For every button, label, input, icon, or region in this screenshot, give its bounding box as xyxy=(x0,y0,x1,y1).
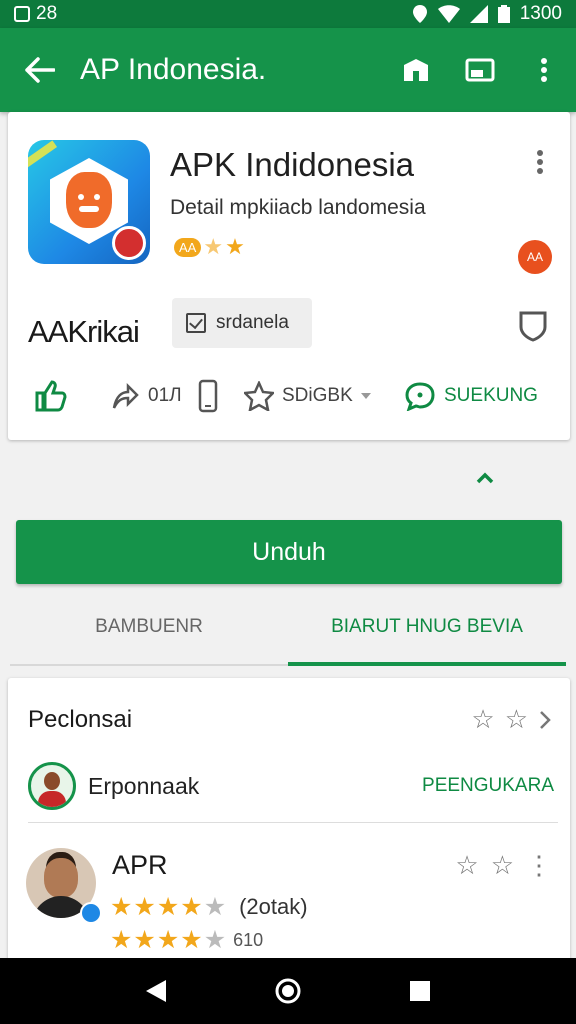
phone-icon xyxy=(198,379,218,413)
chat-icon xyxy=(405,382,435,411)
more-vert-icon xyxy=(537,150,543,174)
wishlist-label: SDiGBK xyxy=(282,385,353,406)
cast-icon xyxy=(465,58,495,82)
nav-recents-button[interactable] xyxy=(400,971,440,1011)
developer-name[interactable]: AAKrikai xyxy=(28,314,140,350)
more-vert-icon xyxy=(541,58,547,82)
review-count: (2otak) xyxy=(239,894,308,919)
device-button[interactable] xyxy=(198,379,218,413)
app-action-row: 01Л SDiGBK SUEKUNG xyxy=(8,368,570,424)
library-button[interactable] xyxy=(384,28,448,112)
category-chip-label: srdanela xyxy=(216,312,289,333)
tab-bambuenr[interactable]: BAMBUENR xyxy=(10,590,288,664)
star-icon: ★ xyxy=(156,926,180,954)
reviews-title: Peclonsai xyxy=(28,706,133,733)
star-outline-icon[interactable]: ☆ xyxy=(471,704,494,735)
review-rating: ★ ★ ★ ★ ★ (2otak) xyxy=(110,894,308,920)
star-outline-icon[interactable]: ☆ xyxy=(455,850,478,881)
star-icon: ★ xyxy=(156,892,180,921)
dropdown-icon xyxy=(360,393,371,399)
status-left: 28 xyxy=(14,3,57,25)
back-button[interactable] xyxy=(0,28,80,112)
nav-back-button[interactable] xyxy=(136,971,176,1011)
star-icon: ★ xyxy=(203,926,227,954)
divider xyxy=(28,822,558,823)
star-outline-icon[interactable]: ☆ xyxy=(491,850,514,881)
home-circle-icon xyxy=(275,978,301,1004)
wifi-icon xyxy=(437,5,460,23)
star-outline-icon xyxy=(244,381,274,411)
app-icon-mascot xyxy=(66,172,112,228)
location-icon xyxy=(412,5,427,23)
star-icon: ★ xyxy=(225,234,245,259)
reviews-card: Peclonsai ☆ ☆ Erponnaak PEENGUKARA APR ☆… xyxy=(8,678,570,968)
tab-bar: BAMBUENR BIARUT HNUG BEVIA xyxy=(10,590,566,666)
verified-badge-icon xyxy=(80,902,102,924)
developer-row-name: Erponnaak xyxy=(88,772,200,799)
app-icon xyxy=(28,140,150,264)
status-time: 1300 xyxy=(519,3,562,24)
review-rating-secondary: ★ ★ ★ ★ ★ 610 xyxy=(110,928,263,953)
reviews-header-icons: ☆ ☆ xyxy=(471,704,552,735)
app-icon-badge xyxy=(112,226,146,260)
star-icon: ★ xyxy=(180,892,203,921)
app-subtitle: Detail mpkiiacb landomesia xyxy=(170,196,426,219)
star-outline-icon[interactable]: ☆ xyxy=(505,704,528,735)
like-button[interactable] xyxy=(34,380,68,412)
status-right: 1300 xyxy=(412,3,562,25)
app-bar-actions xyxy=(384,28,576,112)
checkbox-icon xyxy=(186,313,206,333)
tab-biarut[interactable]: BIARUT HNUG BEVIA xyxy=(288,590,566,666)
share-count: 01Л xyxy=(148,385,182,406)
overflow-menu-button[interactable] xyxy=(512,28,576,112)
app-details-card: APK Indidonesia Detail mpkiiacb landomes… xyxy=(8,112,570,440)
cast-button[interactable] xyxy=(448,28,512,112)
developer-row-link[interactable]: PEENGUKARA xyxy=(422,775,554,797)
share-button[interactable]: 01Л xyxy=(110,382,182,410)
app-name: APK Indidonesia xyxy=(170,146,415,183)
square-recents-icon xyxy=(410,981,430,1001)
star-icon: ★ xyxy=(203,892,227,921)
rating-pill: AA xyxy=(174,237,202,257)
arrow-left-icon xyxy=(25,57,55,83)
battery-icon xyxy=(497,5,510,23)
category-chip[interactable]: srdanela xyxy=(172,298,312,348)
app-bar: AP Indonesia. xyxy=(0,28,576,112)
shield-icon[interactable] xyxy=(518,310,548,342)
install-button[interactable]: Unduh xyxy=(16,520,562,584)
thumb-up-icon xyxy=(35,380,67,412)
star-icon: ★ xyxy=(180,926,203,954)
chat-button[interactable]: SUEKUNG xyxy=(404,381,538,411)
chevron-up-icon[interactable] xyxy=(474,470,496,486)
nav-home-button[interactable] xyxy=(268,971,308,1011)
app-bar-title: AP Indonesia. xyxy=(80,53,267,86)
status-left-text: 28 xyxy=(36,3,58,24)
signal-icon xyxy=(469,5,488,23)
system-nav-bar xyxy=(0,958,576,1024)
chevron-right-icon[interactable] xyxy=(538,709,552,731)
reviewer-name: APR xyxy=(112,850,168,880)
star-icon: ★ xyxy=(110,892,133,921)
red-badge: AA xyxy=(518,240,552,274)
triangle-back-icon xyxy=(146,980,166,1002)
star-icon: ★ xyxy=(133,926,156,954)
wishlist-button[interactable]: SDiGBK xyxy=(244,381,371,411)
app-more-button[interactable] xyxy=(520,142,560,182)
star-icon: ★ xyxy=(203,234,224,259)
app-icon-tag xyxy=(28,140,58,168)
developer-avatar xyxy=(28,762,76,810)
review-actions: ☆ ☆ ⋮ xyxy=(455,850,552,881)
app-rating: AA ★ ★ xyxy=(174,236,245,258)
notification-icon xyxy=(14,6,30,22)
developer-row[interactable]: Erponnaak PEENGUKARA xyxy=(28,758,558,814)
share-icon xyxy=(112,382,139,409)
status-bar: 28 1300 xyxy=(0,0,576,28)
review-count-secondary: 610 xyxy=(233,930,264,950)
more-vert-icon[interactable]: ⋮ xyxy=(526,850,552,881)
library-icon xyxy=(404,59,428,81)
chat-label: SUEKUNG xyxy=(444,385,538,406)
star-icon: ★ xyxy=(133,892,156,921)
star-icon: ★ xyxy=(110,926,133,954)
